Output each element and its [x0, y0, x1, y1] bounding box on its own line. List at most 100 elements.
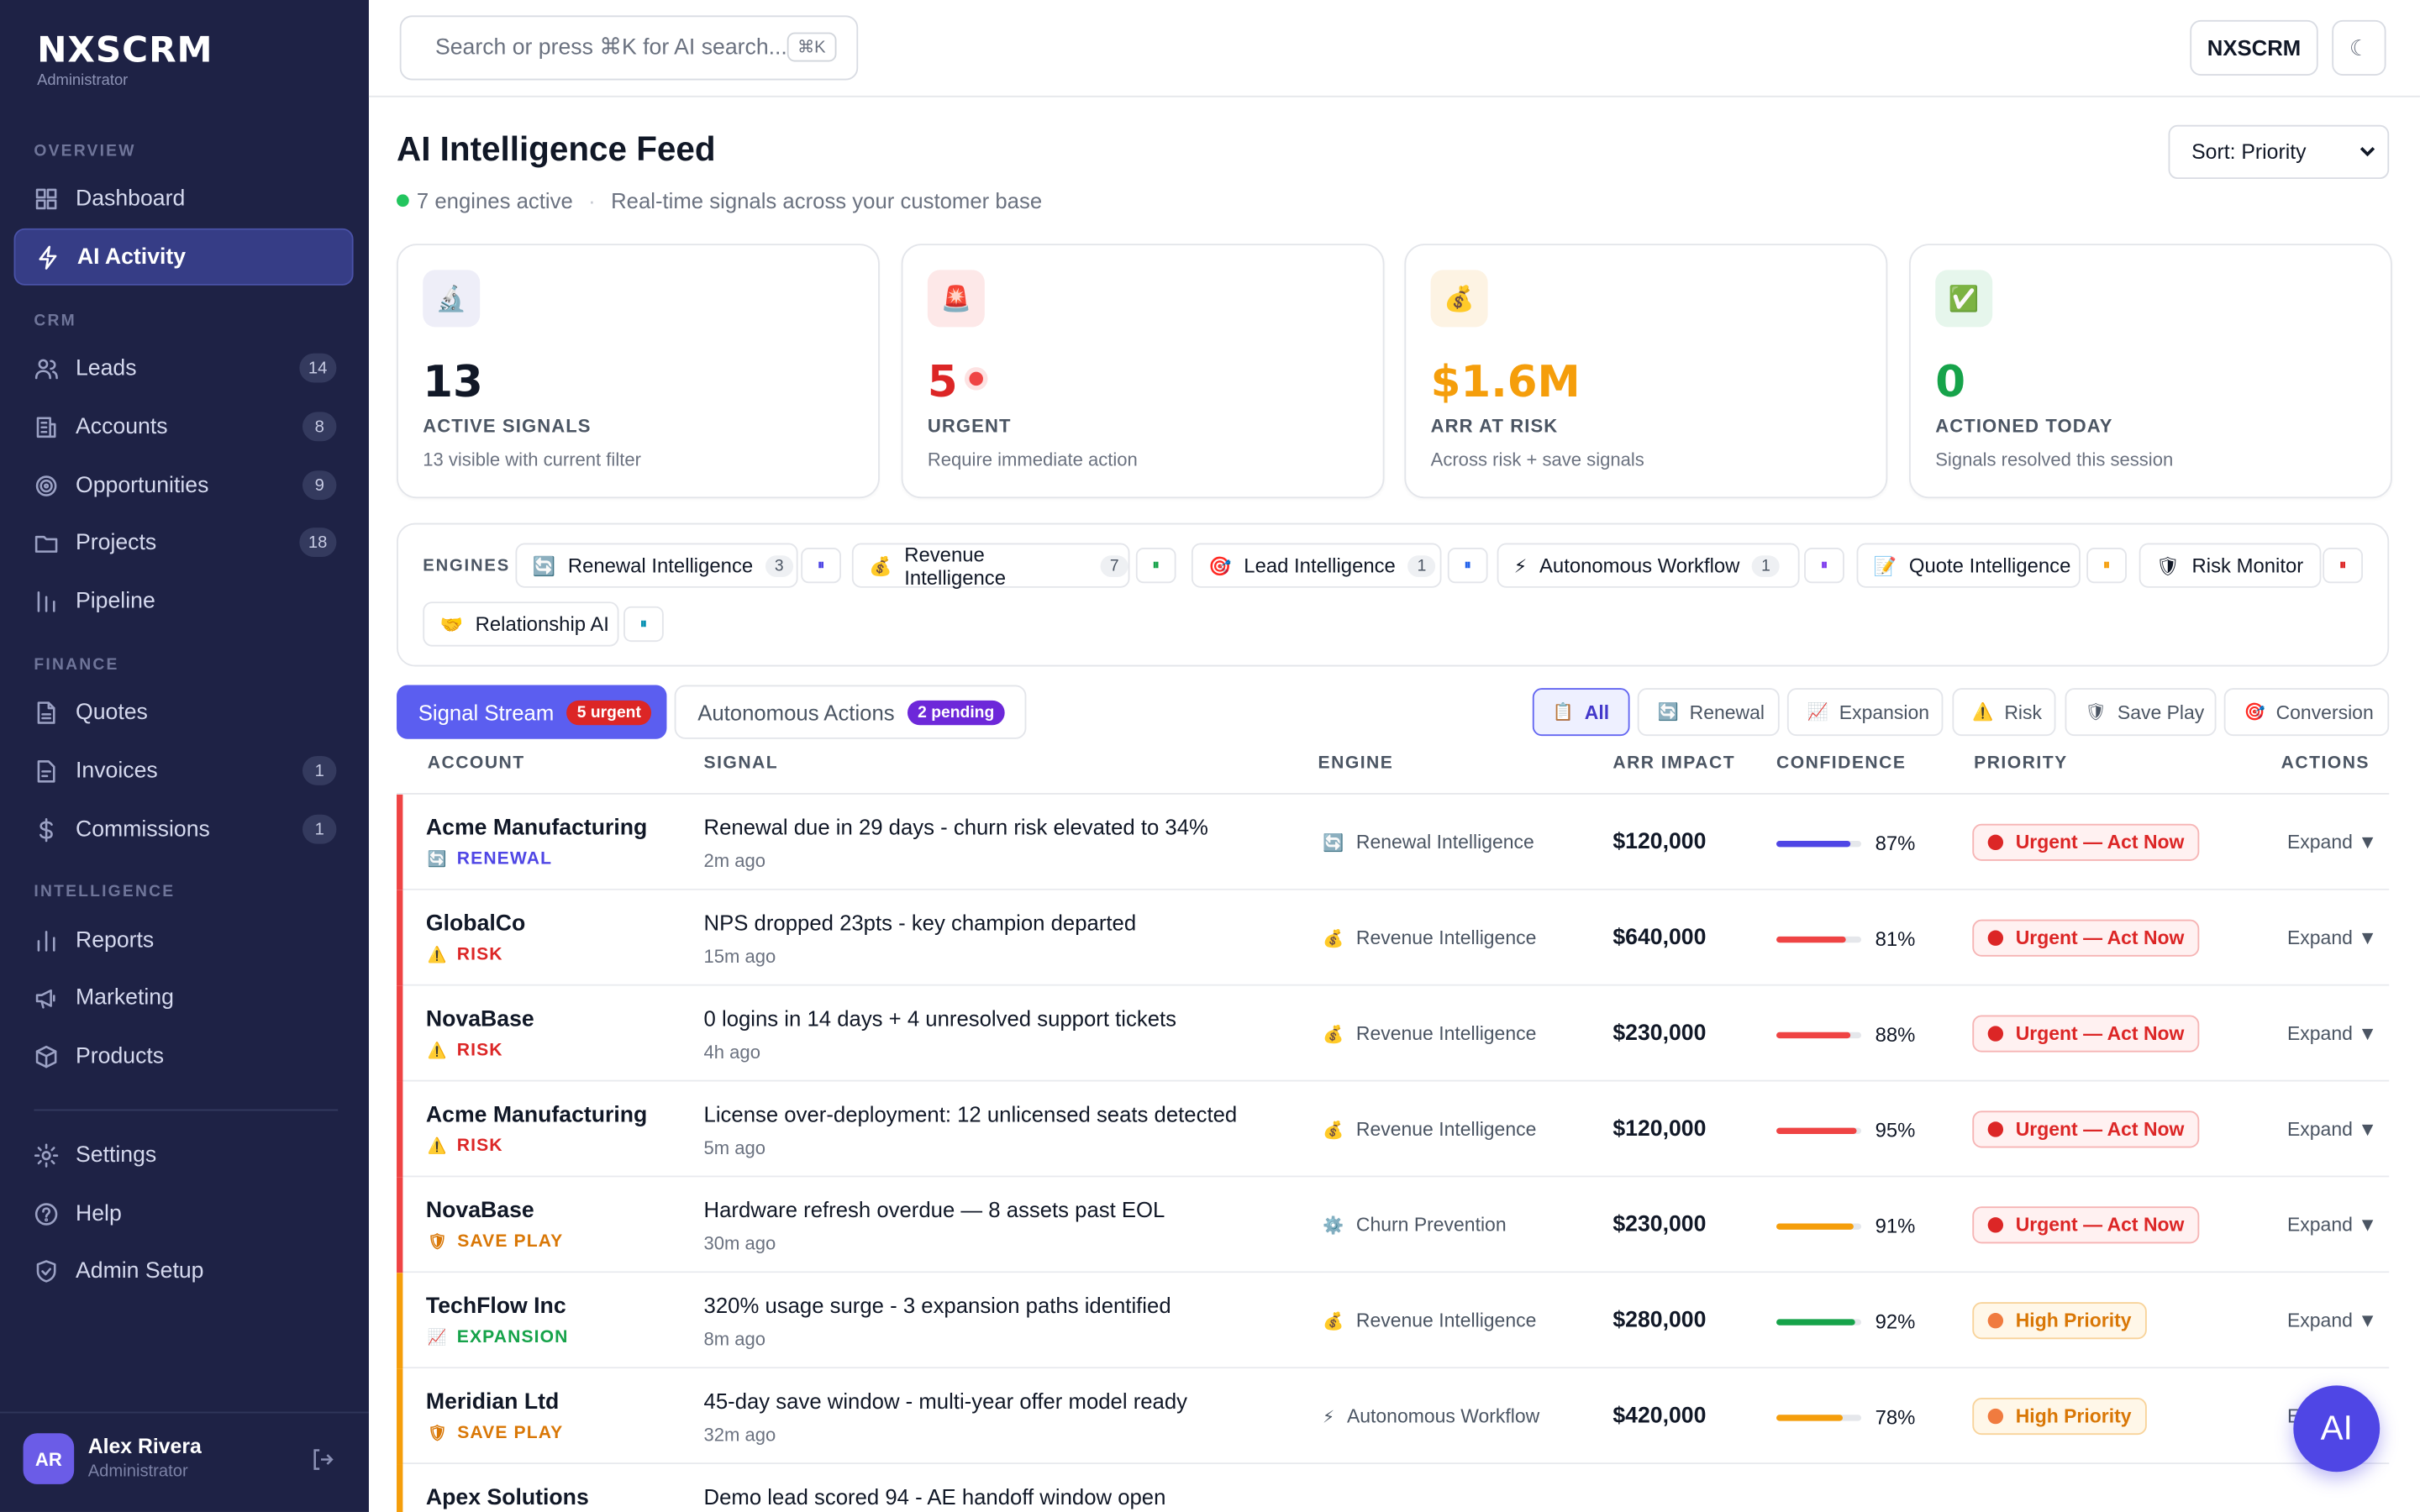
sidebar-item-label: Help	[75, 1200, 122, 1226]
account-name[interactable]: NovaBase	[426, 1199, 534, 1223]
column-header-signal[interactable]: SIGNAL	[704, 754, 779, 773]
column-header-confidence[interactable]: CONFIDENCE	[1776, 754, 1906, 773]
pause-icon[interactable]: ⏸	[801, 548, 842, 584]
column-header-priority[interactable]: PRIORITY	[1974, 754, 2068, 773]
filter-renewal[interactable]: 🔄 Renewal	[1637, 688, 1780, 737]
account-name[interactable]: GlobalCo	[426, 911, 525, 936]
tab-signal-stream[interactable]: Signal Stream 5 urgent	[397, 685, 667, 739]
pause-icon[interactable]: ⏸	[2086, 548, 2127, 584]
engine-chip-autonomous-workflow[interactable]: ⚡ Autonomous Workflow 1	[1497, 543, 1800, 588]
ai-assistant-button[interactable]: AI	[2293, 1385, 2381, 1473]
signal-type-tag: 🛡 SAVE PLAY	[428, 1424, 564, 1442]
priority-dot-icon	[1987, 1408, 2004, 1425]
engine-chip-lead-intelligence[interactable]: 🎯 Lead Intelligence 1	[1191, 543, 1442, 588]
pause-icon[interactable]: ⏸	[1135, 548, 1176, 584]
sidebar-item-leads[interactable]: Leads 14	[14, 339, 354, 396]
table-row[interactable]: TechFlow Inc 📈 EXPANSION 320% usage surge -…	[397, 1273, 2390, 1369]
account-name[interactable]: TechFlow Inc	[426, 1294, 566, 1319]
confidence-value: 92%	[1875, 1310, 1916, 1333]
sidebar-item-label: Invoices	[75, 758, 158, 784]
account-name[interactable]: Meridian Ltd	[426, 1390, 559, 1415]
filter-risk[interactable]: ⚠️ Risk	[1952, 688, 2056, 737]
table-row[interactable]: Meridian Ltd 🛡 SAVE PLAY 45-day save window…	[397, 1368, 2390, 1465]
signal-type-icon: ⚠️	[427, 946, 448, 964]
avatar[interactable]: AR	[23, 1433, 75, 1484]
sidebar-item-label: Pipeline	[75, 588, 155, 614]
engine-signal-count: 1	[1752, 554, 1780, 577]
sidebar-item-label: Reports	[75, 927, 155, 953]
sidebar-item-settings[interactable]: Settings	[14, 1126, 354, 1184]
sidebar-item-products[interactable]: Products	[14, 1027, 354, 1084]
engine-chip-risk-monitor[interactable]: 🛡 Risk Monitor	[2139, 543, 2322, 588]
expand-button[interactable]: Expand ▼	[2287, 832, 2377, 853]
search-input[interactable]: Search or press ⌘K for AI search... ⌘K	[399, 15, 859, 81]
expand-button[interactable]: Expand ▼	[2287, 1119, 2377, 1141]
user-bar[interactable]: AR Alex Rivera Administrator	[0, 1411, 369, 1512]
column-header-account[interactable]: ACCOUNT	[428, 754, 525, 773]
sidebar-item-quotes[interactable]: Quotes	[14, 684, 354, 741]
sidebar-item-accounts[interactable]: Accounts 8	[14, 398, 354, 455]
actioned-today-card[interactable]: ✅ 0 ACTIONED TODAY Signals resolved this se…	[1908, 244, 2392, 499]
engine-chip-revenue-intelligence[interactable]: 💰 Revenue Intelligence 7	[851, 543, 1130, 589]
brand[interactable]: NXSCRM Administrator	[37, 31, 213, 90]
expand-button[interactable]: Expand ▼	[2287, 927, 2377, 949]
arr-at-risk-card[interactable]: 💰 $1.6M ARR AT RISK Across risk + save sign…	[1404, 244, 1888, 499]
sidebar-item-admin-setup[interactable]: Admin Setup	[14, 1242, 354, 1299]
workspace-button[interactable]: NXSCRM	[2190, 19, 2318, 76]
account-name[interactable]: Apex Solutions	[426, 1486, 589, 1510]
sort-select-value: Sort: Priority	[2191, 140, 2307, 164]
account-name[interactable]: NovaBase	[426, 1007, 534, 1032]
sidebar-item-help[interactable]: Help	[14, 1185, 354, 1242]
sidebar-item-dashboard[interactable]: Dashboard	[14, 170, 354, 227]
sidebar-item-label: Quotes	[75, 699, 148, 725]
sidebar-item-opportunities[interactable]: Opportunities 9	[14, 457, 354, 514]
signal-type-tag: 🛡 SAVE PLAY	[428, 1233, 564, 1252]
sort-select[interactable]: Sort: Priority	[2168, 124, 2390, 180]
engines-panel: ENGINES 🔄 Renewal Intelligence 3 ⏸ 💰 Revenue …	[397, 522, 2390, 667]
engine-chip-relationship-ai[interactable]: 🤝 Relationship AI	[423, 601, 619, 647]
filter-all[interactable]: 📋 All	[1532, 688, 1630, 737]
column-header-arr-impact[interactable]: ARR IMPACT	[1612, 754, 1735, 773]
table-row[interactable]: Acme Manufacturing 🔄 RENEWAL Renewal due in…	[397, 794, 2390, 890]
column-header-engine[interactable]: ENGINE	[1318, 754, 1394, 773]
sidebar-item-projects[interactable]: Projects 18	[14, 514, 354, 571]
engine-label: Revenue Intelligence	[1355, 1118, 1537, 1141]
table-row[interactable]: NovaBase ⚠️ RISK 0 logins in 14 days + 4 un…	[397, 985, 2390, 1082]
pause-icon[interactable]: ⏸	[623, 606, 664, 643]
tab-autonomous-actions[interactable]: Autonomous Actions 2 pending	[674, 685, 1027, 739]
pause-icon[interactable]: ⏸	[2323, 548, 2363, 584]
urgent-card[interactable]: 🚨 5 URGENT Require immediate action	[901, 244, 1385, 499]
theme-toggle-button[interactable]: ☾	[2332, 19, 2386, 76]
engine-chip-renewal-intelligence[interactable]: 🔄 Renewal Intelligence 3	[515, 543, 798, 588]
priority-accent-bar	[397, 1177, 403, 1273]
sidebar-item-ai-activity[interactable]: AI Activity	[13, 228, 354, 286]
expand-button[interactable]: Expand ▼	[2287, 1310, 2377, 1331]
filter-save-play[interactable]: 🛡 Save Play	[2065, 688, 2217, 737]
filter-conversion[interactable]: 🎯 Conversion	[2223, 688, 2390, 737]
table-row[interactable]: Apex Solutions Demo lead scored 94 - AE h…	[397, 1464, 2390, 1512]
logout-icon[interactable]	[310, 1447, 334, 1472]
stat-label: ACTIONED TODAY	[1935, 415, 2113, 437]
sidebar-item-marketing[interactable]: Marketing	[14, 969, 354, 1026]
filter-expansion[interactable]: 📈 Expansion	[1786, 688, 1944, 737]
pause-icon[interactable]: ⏸	[1447, 548, 1488, 584]
alert-dot-icon	[970, 370, 984, 386]
account-name[interactable]: Acme Manufacturing	[426, 1103, 647, 1127]
sidebar-item-pipeline[interactable]: Pipeline	[14, 572, 354, 629]
table-row[interactable]: Acme Manufacturing ⚠️ RISK License over-dep…	[397, 1081, 2390, 1178]
folder-icon	[34, 530, 58, 554]
table-row[interactable]: NovaBase 🛡 SAVE PLAY Hardware refresh overd…	[397, 1177, 2390, 1273]
table-row[interactable]: GlobalCo ⚠️ RISK NPS dropped 23pts - key ch…	[397, 890, 2390, 986]
expand-button[interactable]: Expand ▼	[2287, 1214, 2377, 1236]
signal-timestamp: 8m ago	[703, 1328, 766, 1351]
sidebar-item-commissions[interactable]: Commissions 1	[14, 801, 354, 858]
engine-chip-quote-intelligence[interactable]: 📝 Quote Intelligence	[1856, 543, 2081, 588]
active-signals-card[interactable]: 🔬 13 ACTIVE SIGNALS 13 visible with current…	[397, 244, 880, 499]
sidebar-item-invoices[interactable]: Invoices 1	[14, 742, 354, 799]
sidebar-item-reports[interactable]: Reports	[14, 911, 354, 969]
pause-icon[interactable]: ⏸	[1804, 548, 1844, 584]
filter-label: All	[1584, 701, 1610, 723]
expand-button[interactable]: Expand ▼	[2287, 1023, 2377, 1045]
account-name[interactable]: Acme Manufacturing	[426, 816, 647, 841]
signal-timestamp: 5m ago	[703, 1137, 766, 1159]
